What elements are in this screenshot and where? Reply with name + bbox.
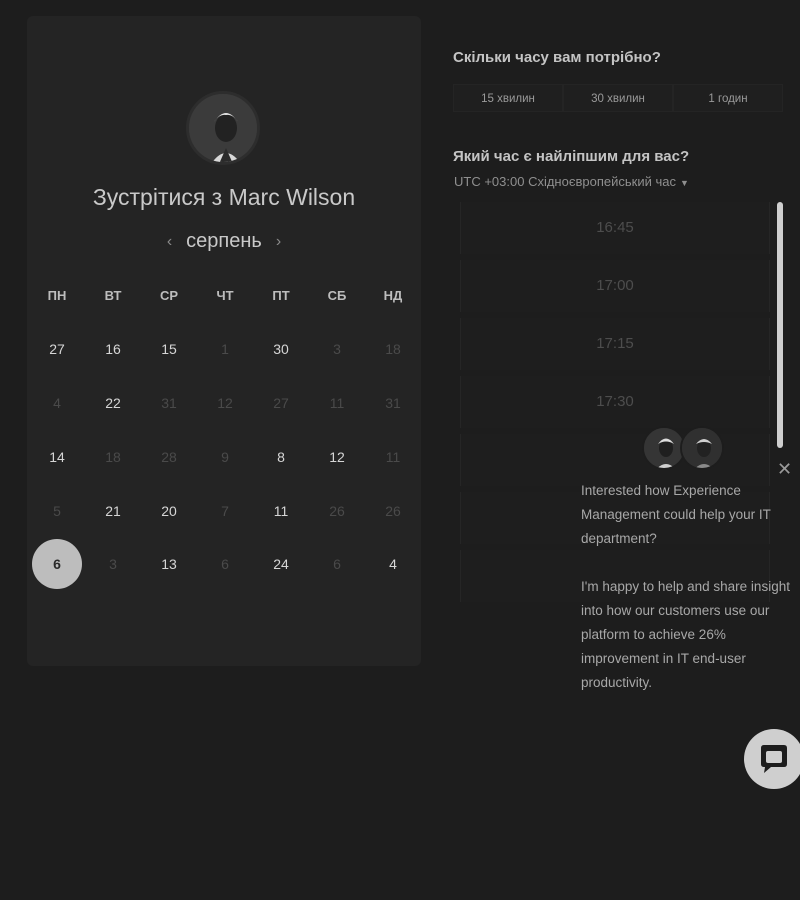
time-slot[interactable]: 16:45: [460, 202, 770, 254]
weekday-sun: НД: [383, 288, 403, 303]
duration-option-15[interactable]: 15 хвилин: [453, 84, 563, 112]
chat-message-line: Interested how Experience Management cou…: [581, 483, 771, 546]
duration-question: Скільки часу вам потрібно?: [453, 49, 661, 66]
time-slot[interactable]: 17:00: [460, 260, 770, 312]
calendar-day-disabled: 11: [385, 449, 401, 465]
calendar-day[interactable]: 4: [365, 554, 421, 574]
calendar-day-disabled: 31: [385, 395, 401, 411]
timezone-select[interactable]: UTC +03:00 Східноєвропейський час ▼: [454, 174, 689, 189]
duration-options: 15 хвилин 30 хвилин 1 годин: [453, 84, 783, 112]
calendar-day-disabled: 3: [109, 556, 117, 572]
weekday-fri: ПТ: [272, 288, 290, 303]
weekday-wed: СР: [159, 288, 179, 303]
calendar-day[interactable]: 13: [141, 554, 197, 574]
duration-option-30[interactable]: 30 хвилин: [563, 84, 673, 112]
selected-day-label: 6: [53, 556, 61, 572]
calendar-day[interactable]: 20: [141, 501, 197, 521]
calendar-day-disabled: 1: [221, 341, 229, 357]
calendar-day[interactable]: 15: [141, 339, 197, 359]
caret-down-icon: ▼: [679, 178, 689, 188]
calendar-day[interactable]: 30: [253, 339, 309, 359]
calendar-week: 5 21 20 7 11 26 26: [29, 501, 421, 521]
calendar-week: 4 22 31 12 27 11 31: [29, 393, 421, 413]
weekday-thu: ЧТ: [216, 288, 234, 303]
weekday-tue: ВТ: [104, 288, 122, 303]
calendar-day[interactable]: 16: [85, 339, 141, 359]
calendar-day-disabled: 18: [385, 341, 401, 357]
chat-message: Interested how Experience Management cou…: [581, 479, 791, 695]
calendar-day-disabled: 3: [333, 341, 341, 357]
calendar-day-disabled: 18: [105, 449, 121, 465]
calendar-day[interactable]: 12: [309, 447, 365, 467]
calendar-day-disabled: 6: [333, 556, 341, 572]
calendar-day-disabled: 31: [161, 395, 177, 411]
host-avatar: [186, 91, 260, 165]
calendar-day[interactable]: 14: [29, 447, 85, 467]
calendar-day[interactable]: 22: [85, 393, 141, 413]
calendar-day-disabled: 7: [221, 503, 229, 519]
calendar-day-disabled: 12: [217, 395, 233, 411]
weekday-header: ПН ВТ СР ЧТ ПТ СБ НД: [29, 288, 421, 303]
time-slot-scrollbar[interactable]: [777, 202, 783, 448]
calendar-day[interactable]: 8: [253, 447, 309, 467]
close-icon[interactable]: ✕: [777, 459, 792, 480]
calendar-day-selected[interactable]: 6: [29, 539, 85, 589]
chat-message-line: I'm happy to help and share insight into…: [581, 579, 790, 690]
time-slot[interactable]: 17:30: [460, 376, 770, 428]
weekday-mon: ПН: [47, 288, 67, 303]
calendar-week: 6 3 13 6 24 6 4: [29, 539, 421, 589]
calendar-day-disabled: 27: [273, 395, 289, 411]
timezone-label: UTC +03:00 Східноєвропейський час: [454, 174, 676, 189]
time-question: Який час є найліпшим для вас?: [453, 148, 690, 165]
chevron-left-icon[interactable]: ‹: [167, 233, 172, 251]
chat-agent-avatars: [642, 426, 724, 470]
month-label: серпень: [186, 230, 262, 252]
calendar-day-disabled: 28: [161, 449, 177, 465]
chat-agent-avatar: [680, 426, 724, 470]
time-slot[interactable]: 17:15: [460, 318, 770, 370]
calendar-day-disabled: 26: [385, 503, 401, 519]
calendar-day[interactable]: 27: [29, 339, 85, 359]
calendar-day-disabled: 6: [221, 556, 229, 572]
duration-option-60[interactable]: 1 годин: [673, 84, 783, 112]
calendar-day[interactable]: 24: [253, 554, 309, 574]
chat-launcher-button[interactable]: [744, 729, 800, 789]
meeting-title: Зустрітися з Marc Wilson: [92, 184, 356, 210]
weekday-sat: СБ: [327, 288, 347, 303]
calendar-week: 27 16 15 1 30 3 18: [29, 339, 421, 359]
calendar-day-disabled: 11: [329, 395, 345, 411]
calendar-day-disabled: 26: [329, 503, 345, 519]
calendar-week: 14 18 28 9 8 12 11: [29, 447, 421, 467]
calendar-day[interactable]: 11: [253, 501, 309, 521]
month-navigation: ‹ серпень ›: [27, 230, 421, 253]
chat-bubble-icon: [761, 745, 787, 773]
calendar-day-disabled: 4: [53, 395, 61, 411]
chevron-right-icon[interactable]: ›: [276, 233, 281, 251]
calendar-day-disabled: 5: [53, 503, 61, 519]
calendar-day-disabled: 9: [221, 449, 229, 465]
calendar-day[interactable]: 21: [85, 501, 141, 521]
